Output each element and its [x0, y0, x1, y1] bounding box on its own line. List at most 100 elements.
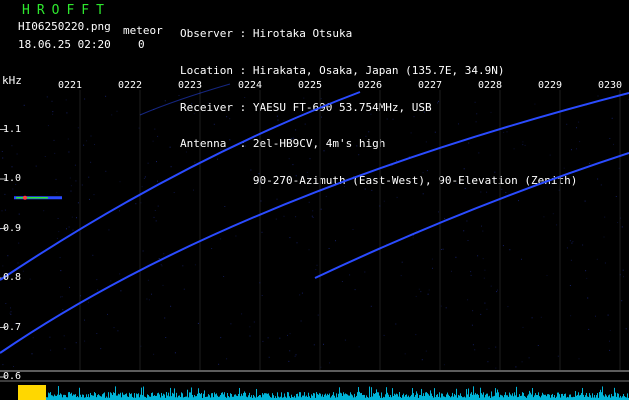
noise-level-bar: [532, 387, 533, 400]
noise-speck: [155, 220, 157, 222]
noise-speck: [524, 144, 526, 146]
noise-speck: [515, 366, 517, 368]
noise-speck: [261, 295, 263, 296]
noise-speck: [11, 166, 13, 168]
noise-speck: [486, 308, 488, 310]
noise-level-bar: [583, 394, 584, 400]
noise-speck: [596, 258, 598, 260]
noise-level-bar: [371, 387, 372, 400]
noise-level-bar: [328, 394, 329, 400]
noise-speck: [220, 238, 222, 240]
noise-speck: [162, 284, 164, 286]
noise-level-bar: [478, 395, 479, 400]
noise-speck: [226, 358, 228, 360]
noise-speck: [507, 306, 509, 308]
noise-level-bar: [86, 394, 87, 400]
noise-level-bar: [506, 395, 507, 400]
noise-speck: [443, 364, 445, 366]
noise-level-bar: [186, 396, 187, 400]
noise-level-bar: [544, 394, 545, 400]
noise-level-bar: [543, 394, 544, 400]
noise-speck: [49, 336, 51, 338]
noise-speck: [296, 242, 298, 244]
noise-speck: [494, 171, 496, 173]
noise-level-bar: [600, 389, 601, 400]
noise-level-bar: [363, 394, 364, 400]
noise-speck: [496, 291, 498, 293]
noise-level-bar: [100, 396, 101, 400]
noise-speck: [105, 95, 107, 97]
noise-speck: [12, 188, 14, 190]
noise-speck: [54, 152, 56, 154]
noise-speck: [288, 158, 290, 160]
noise-level-bar: [494, 395, 495, 400]
noise-level-bar: [488, 396, 489, 400]
noise-speck: [344, 339, 346, 341]
noise-level-bar: [377, 392, 378, 400]
noise-level-bar: [375, 393, 376, 400]
noise-level-bar: [395, 394, 396, 400]
noise-level-bar: [336, 393, 337, 400]
noise-level-bar: [556, 396, 557, 400]
noise-speck: [299, 294, 301, 296]
noise-speck: [75, 342, 77, 344]
noise-speck: [364, 271, 366, 273]
noise-level-bar: [601, 392, 602, 400]
noise-level-bar: [297, 393, 298, 400]
time-tick-label: 0226: [358, 80, 383, 91]
noise-speck: [63, 335, 65, 337]
noise-level-bar: [495, 388, 496, 400]
noise-speck: [482, 258, 484, 260]
noise-level-bar: [262, 393, 263, 400]
noise-level-bar: [222, 392, 223, 400]
y-tick-label: 0.7: [3, 321, 22, 333]
noise-level-bar: [254, 396, 255, 400]
noise-speck: [579, 141, 581, 143]
y-tick-label: 0.6: [3, 371, 22, 382]
noise-level-bar: [207, 396, 208, 400]
noise-level-bar: [305, 396, 306, 400]
noise-speck: [108, 229, 110, 231]
noise-speck: [259, 282, 261, 284]
noise-speck: [481, 225, 482, 227]
noise-level-bar: [189, 392, 190, 400]
noise-level-bar: [117, 395, 118, 400]
noise-speck: [60, 270, 62, 272]
noise-speck: [386, 118, 388, 120]
noise-speck: [570, 315, 572, 317]
noise-speck: [193, 113, 195, 115]
noise-speck: [88, 176, 90, 178]
noise-speck: [43, 210, 45, 212]
noise-level-bar: [520, 395, 521, 400]
noise-speck: [441, 249, 442, 250]
noise-level-bar: [333, 392, 334, 400]
noise-speck: [603, 236, 605, 238]
noise-level-bar: [416, 391, 417, 400]
noise-level-bar: [332, 394, 333, 400]
noise-level-bar: [359, 391, 360, 400]
noise-level-bar: [345, 393, 346, 400]
noise-level-bar: [103, 393, 104, 400]
noise-speck: [556, 224, 558, 226]
noise-level-bar: [97, 395, 98, 400]
noise-level-bar: [534, 395, 535, 400]
noise-speck: [157, 205, 159, 207]
noise-speck: [546, 275, 548, 276]
noise-level-bar: [441, 393, 442, 400]
noise-level-bar: [287, 392, 288, 400]
noise-speck: [59, 257, 61, 259]
noise-speck: [66, 228, 67, 230]
noise-speck: [301, 292, 303, 294]
noise-level-bar: [381, 392, 382, 400]
noise-level-bar: [344, 394, 345, 400]
noise-speck: [4, 193, 6, 195]
y-tick-label: 0.8: [3, 272, 22, 283]
noise-speck: [283, 119, 285, 121]
noise-speck: [415, 295, 417, 297]
noise-level-bar: [223, 394, 224, 400]
noise-level-bar: [423, 393, 424, 400]
noise-level-bar: [609, 394, 610, 400]
noise-speck: [276, 115, 278, 117]
noise-speck: [506, 131, 508, 133]
noise-speck: [292, 137, 294, 139]
